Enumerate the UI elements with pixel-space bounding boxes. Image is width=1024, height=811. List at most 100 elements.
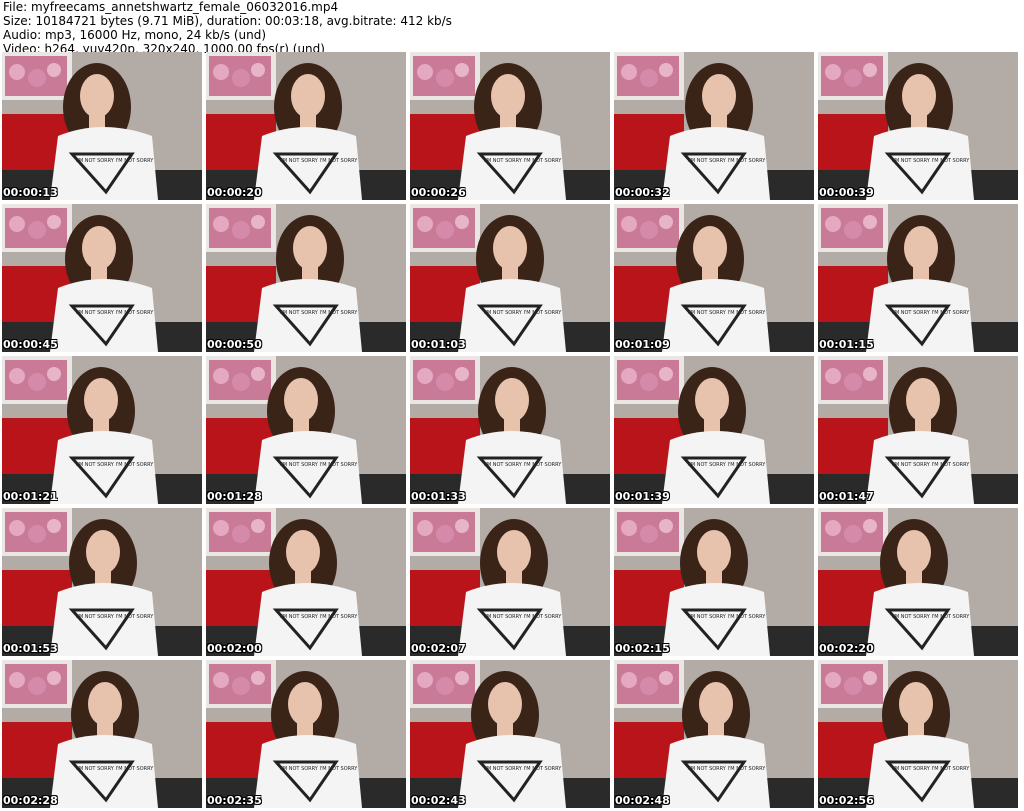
webcam-frame-image: I'M NOT SORRY I'M NOT SORRY <box>410 52 610 200</box>
svg-text:I'M NOT SORRY I'M NOT SORRY: I'M NOT SORRY I'M NOT SORRY <box>280 158 358 164</box>
video-thumbnail: I'M NOT SORRY I'M NOT SORRY 00:01:33 <box>410 356 610 504</box>
timestamp-label: 00:01:33 <box>411 490 466 503</box>
video-thumbnail: I'M NOT SORRY I'M NOT SORRY 00:01:53 <box>2 508 202 656</box>
video-thumbnail: I'M NOT SORRY I'M NOT SORRY 00:01:15 <box>818 204 1018 352</box>
svg-text:I'M NOT SORRY I'M NOT SORRY: I'M NOT SORRY I'M NOT SORRY <box>76 310 154 316</box>
webcam-frame-image: I'M NOT SORRY I'M NOT SORRY <box>410 204 610 352</box>
video-thumbnail: I'M NOT SORRY I'M NOT SORRY 00:02:35 <box>206 660 406 808</box>
video-thumbnail: I'M NOT SORRY I'M NOT SORRY 00:00:26 <box>410 52 610 200</box>
timestamp-label: 00:00:20 <box>207 186 262 199</box>
video-thumbnail: I'M NOT SORRY I'M NOT SORRY 00:00:32 <box>614 52 814 200</box>
timestamp-label: 00:01:21 <box>3 490 58 503</box>
svg-text:I'M NOT SORRY I'M NOT SORRY: I'M NOT SORRY I'M NOT SORRY <box>76 158 154 164</box>
video-thumbnail: I'M NOT SORRY I'M NOT SORRY 00:02:00 <box>206 508 406 656</box>
webcam-frame-image: I'M NOT SORRY I'M NOT SORRY <box>818 660 1018 808</box>
video-thumbnail: I'M NOT SORRY I'M NOT SORRY 00:00:20 <box>206 52 406 200</box>
timestamp-label: 00:02:28 <box>3 794 58 807</box>
webcam-frame-image: I'M NOT SORRY I'M NOT SORRY <box>818 508 1018 656</box>
webcam-frame-image: I'M NOT SORRY I'M NOT SORRY <box>614 356 814 504</box>
video-thumbnail: I'M NOT SORRY I'M NOT SORRY 00:00:50 <box>206 204 406 352</box>
svg-text:I'M NOT SORRY I'M NOT SORRY: I'M NOT SORRY I'M NOT SORRY <box>280 310 358 316</box>
timestamp-label: 00:02:43 <box>411 794 466 807</box>
webcam-frame-image: I'M NOT SORRY I'M NOT SORRY <box>2 508 202 656</box>
webcam-frame-image: I'M NOT SORRY I'M NOT SORRY <box>206 660 406 808</box>
video-thumbnail: I'M NOT SORRY I'M NOT SORRY 00:00:45 <box>2 204 202 352</box>
video-thumbnail: I'M NOT SORRY I'M NOT SORRY 00:01:09 <box>614 204 814 352</box>
webcam-frame-image: I'M NOT SORRY I'M NOT SORRY <box>410 508 610 656</box>
audio-info-line: Audio: mp3, 16000 Hz, mono, 24 kb/s (und… <box>3 28 267 42</box>
timestamp-label: 00:00:50 <box>207 338 262 351</box>
video-thumbnail: I'M NOT SORRY I'M NOT SORRY 00:02:48 <box>614 660 814 808</box>
webcam-frame-image: I'M NOT SORRY I'M NOT SORRY <box>2 204 202 352</box>
timestamp-label: 00:02:56 <box>819 794 874 807</box>
video-thumbnail: I'M NOT SORRY I'M NOT SORRY 00:02:07 <box>410 508 610 656</box>
svg-text:I'M NOT SORRY I'M NOT SORRY: I'M NOT SORRY I'M NOT SORRY <box>484 158 562 164</box>
timestamp-label: 00:02:00 <box>207 642 262 655</box>
video-thumbnail: I'M NOT SORRY I'M NOT SORRY 00:02:56 <box>818 660 1018 808</box>
webcam-frame-image: I'M NOT SORRY I'M NOT SORRY <box>818 52 1018 200</box>
video-thumbnail: I'M NOT SORRY I'M NOT SORRY 00:00:13 <box>2 52 202 200</box>
file-info-header: File: myfreecams_annetshwartz_female_060… <box>3 0 452 56</box>
timestamp-label: 00:02:35 <box>207 794 262 807</box>
webcam-frame-image: I'M NOT SORRY I'M NOT SORRY <box>206 52 406 200</box>
timestamp-label: 00:01:47 <box>819 490 874 503</box>
svg-text:I'M NOT SORRY I'M NOT SORRY: I'M NOT SORRY I'M NOT SORRY <box>892 158 970 164</box>
svg-text:I'M NOT SORRY I'M NOT SORRY: I'M NOT SORRY I'M NOT SORRY <box>688 158 766 164</box>
timestamp-label: 00:02:15 <box>615 642 670 655</box>
svg-text:I'M NOT SORRY I'M NOT SORRY: I'M NOT SORRY I'M NOT SORRY <box>280 766 358 772</box>
webcam-frame-image: I'M NOT SORRY I'M NOT SORRY <box>818 204 1018 352</box>
video-thumbnail: I'M NOT SORRY I'M NOT SORRY 00:02:28 <box>2 660 202 808</box>
webcam-frame-image: I'M NOT SORRY I'M NOT SORRY <box>818 356 1018 504</box>
webcam-frame-image: I'M NOT SORRY I'M NOT SORRY <box>206 356 406 504</box>
file-size-line: Size: 10184721 bytes (9.71 MiB), duratio… <box>3 14 452 28</box>
svg-text:I'M NOT SORRY I'M NOT SORRY: I'M NOT SORRY I'M NOT SORRY <box>892 766 970 772</box>
svg-text:I'M NOT SORRY I'M NOT SORRY: I'M NOT SORRY I'M NOT SORRY <box>280 614 358 620</box>
video-thumbnail: I'M NOT SORRY I'M NOT SORRY 00:01:21 <box>2 356 202 504</box>
svg-text:I'M NOT SORRY I'M NOT SORRY: I'M NOT SORRY I'M NOT SORRY <box>76 462 154 468</box>
webcam-frame-image: I'M NOT SORRY I'M NOT SORRY <box>614 204 814 352</box>
timestamp-label: 00:02:07 <box>411 642 466 655</box>
svg-text:I'M NOT SORRY I'M NOT SORRY: I'M NOT SORRY I'M NOT SORRY <box>688 310 766 316</box>
svg-text:I'M NOT SORRY I'M NOT SORRY: I'M NOT SORRY I'M NOT SORRY <box>484 462 562 468</box>
video-thumbnail: I'M NOT SORRY I'M NOT SORRY 00:00:39 <box>818 52 1018 200</box>
video-thumbnail: I'M NOT SORRY I'M NOT SORRY 00:02:43 <box>410 660 610 808</box>
svg-text:I'M NOT SORRY I'M NOT SORRY: I'M NOT SORRY I'M NOT SORRY <box>484 614 562 620</box>
webcam-frame-image: I'M NOT SORRY I'M NOT SORRY <box>2 356 202 504</box>
video-thumbnail: I'M NOT SORRY I'M NOT SORRY 00:01:28 <box>206 356 406 504</box>
timestamp-label: 00:01:15 <box>819 338 874 351</box>
timestamp-label: 00:00:32 <box>615 186 670 199</box>
video-thumbnail: I'M NOT SORRY I'M NOT SORRY 00:01:03 <box>410 204 610 352</box>
svg-text:I'M NOT SORRY I'M NOT SORRY: I'M NOT SORRY I'M NOT SORRY <box>688 462 766 468</box>
timestamp-label: 00:02:48 <box>615 794 670 807</box>
webcam-frame-image: I'M NOT SORRY I'M NOT SORRY <box>2 52 202 200</box>
timestamp-label: 00:01:09 <box>615 338 670 351</box>
webcam-frame-image: I'M NOT SORRY I'M NOT SORRY <box>614 508 814 656</box>
file-name-line: File: myfreecams_annetshwartz_female_060… <box>3 0 339 14</box>
timestamp-label: 00:01:28 <box>207 490 262 503</box>
timestamp-label: 00:01:53 <box>3 642 58 655</box>
webcam-frame-image: I'M NOT SORRY I'M NOT SORRY <box>614 52 814 200</box>
svg-text:I'M NOT SORRY I'M NOT SORRY: I'M NOT SORRY I'M NOT SORRY <box>892 614 970 620</box>
svg-text:I'M NOT SORRY I'M NOT SORRY: I'M NOT SORRY I'M NOT SORRY <box>892 310 970 316</box>
svg-text:I'M NOT SORRY I'M NOT SORRY: I'M NOT SORRY I'M NOT SORRY <box>688 614 766 620</box>
timestamp-label: 00:00:26 <box>411 186 466 199</box>
video-thumbnail: I'M NOT SORRY I'M NOT SORRY 00:01:47 <box>818 356 1018 504</box>
svg-text:I'M NOT SORRY I'M NOT SORRY: I'M NOT SORRY I'M NOT SORRY <box>280 462 358 468</box>
webcam-frame-image: I'M NOT SORRY I'M NOT SORRY <box>206 204 406 352</box>
webcam-frame-image: I'M NOT SORRY I'M NOT SORRY <box>206 508 406 656</box>
timestamp-label: 00:00:39 <box>819 186 874 199</box>
timestamp-label: 00:01:39 <box>615 490 670 503</box>
timestamp-label: 00:01:03 <box>411 338 466 351</box>
webcam-frame-image: I'M NOT SORRY I'M NOT SORRY <box>410 660 610 808</box>
webcam-frame-image: I'M NOT SORRY I'M NOT SORRY <box>614 660 814 808</box>
svg-text:I'M NOT SORRY I'M NOT SORRY: I'M NOT SORRY I'M NOT SORRY <box>484 310 562 316</box>
svg-text:I'M NOT SORRY I'M NOT SORRY: I'M NOT SORRY I'M NOT SORRY <box>892 462 970 468</box>
timestamp-label: 00:02:20 <box>819 642 874 655</box>
thumbnail-grid: I'M NOT SORRY I'M NOT SORRY 00:00:13 I'M N… <box>2 52 1022 808</box>
svg-text:I'M NOT SORRY I'M NOT SORRY: I'M NOT SORRY I'M NOT SORRY <box>76 614 154 620</box>
timestamp-label: 00:00:45 <box>3 338 58 351</box>
webcam-frame-image: I'M NOT SORRY I'M NOT SORRY <box>2 660 202 808</box>
video-thumbnail: I'M NOT SORRY I'M NOT SORRY 00:01:39 <box>614 356 814 504</box>
svg-text:I'M NOT SORRY I'M NOT SORRY: I'M NOT SORRY I'M NOT SORRY <box>76 766 154 772</box>
svg-text:I'M NOT SORRY I'M NOT SORRY: I'M NOT SORRY I'M NOT SORRY <box>484 766 562 772</box>
